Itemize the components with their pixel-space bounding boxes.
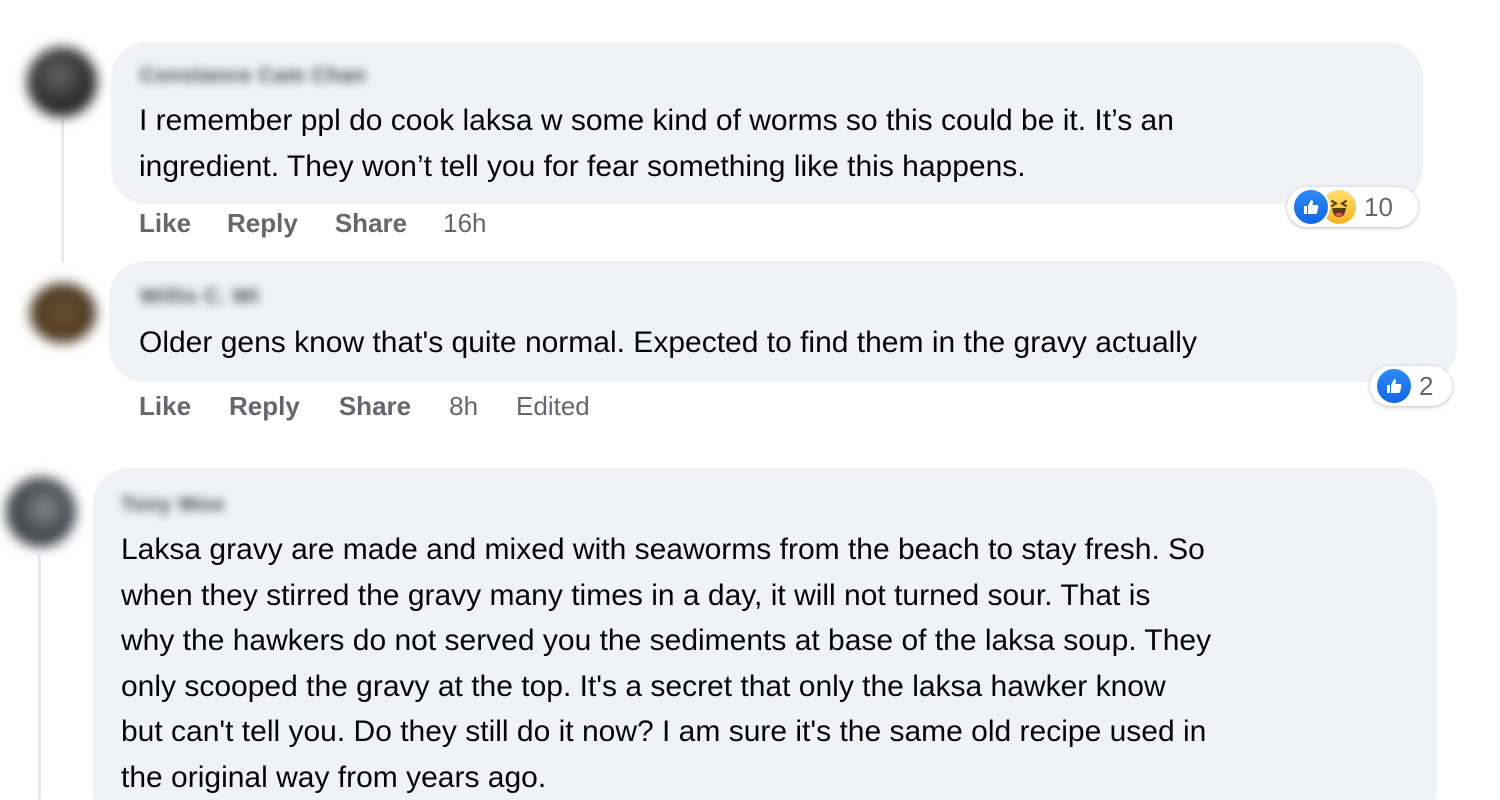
like-icon	[1292, 188, 1330, 226]
comment-text-line: I remember ppl do cook laksa w some kind…	[139, 104, 1174, 137]
thread-line	[61, 118, 64, 263]
comment-text-line: Older gens know that's quite normal. Exp…	[139, 326, 1197, 359]
comment-text-line: Laksa gravy are made and mixed with seaw…	[121, 533, 1205, 566]
edited-label[interactable]: Edited	[516, 391, 590, 422]
comment-author[interactable]: Willis C. WI	[140, 285, 259, 309]
comment-text-line: ingredient. They won’t tell you for fear…	[139, 149, 1026, 183]
avatar[interactable]	[6, 477, 76, 547]
comment-text-line: why the hawkers do not served you the se…	[121, 624, 1212, 657]
comment-timestamp[interactable]: 8h	[449, 391, 478, 422]
comment-text-line: when they stirred the gravy many times i…	[121, 578, 1151, 612]
reply-button[interactable]: Reply	[229, 391, 300, 422]
reaction-summary[interactable]: 2	[1370, 366, 1452, 406]
comment-text: Laksa gravy are made and mixed with seaw…	[121, 527, 1211, 800]
like-button[interactable]: Like	[139, 208, 191, 239]
comment-timestamp[interactable]: 16h	[443, 208, 486, 239]
comment-text-line: the original way from years ago.	[121, 760, 547, 794]
comment-text-line: only scooped the gravy at the top. It's …	[121, 669, 1166, 703]
comment-text: Older gens know that's quite normal. Exp…	[139, 320, 1197, 366]
comment-text-line: but can't tell you. Do they still do it …	[121, 715, 1207, 748]
reply-button[interactable]: Reply	[227, 208, 298, 239]
share-button[interactable]: Share	[335, 208, 407, 239]
reaction-summary[interactable]: 10	[1287, 187, 1418, 227]
comment-text: I remember ppl do cook laksa w some kind…	[139, 98, 1174, 189]
avatar[interactable]	[30, 283, 96, 343]
comment-author[interactable]: Tony Woo	[121, 493, 225, 517]
reaction-count: 2	[1419, 370, 1434, 401]
reaction-count: 10	[1364, 191, 1393, 222]
thread-line	[38, 555, 41, 800]
avatar[interactable]	[27, 47, 97, 117]
like-icon	[1375, 367, 1413, 405]
like-button[interactable]: Like	[139, 391, 191, 422]
comment-author[interactable]: Constance Cam Chan	[140, 64, 366, 88]
comment-actions: Like Reply Share 8h Edited	[139, 391, 590, 422]
share-button[interactable]: Share	[339, 391, 411, 422]
comment-actions: Like Reply Share 16h	[139, 208, 487, 239]
